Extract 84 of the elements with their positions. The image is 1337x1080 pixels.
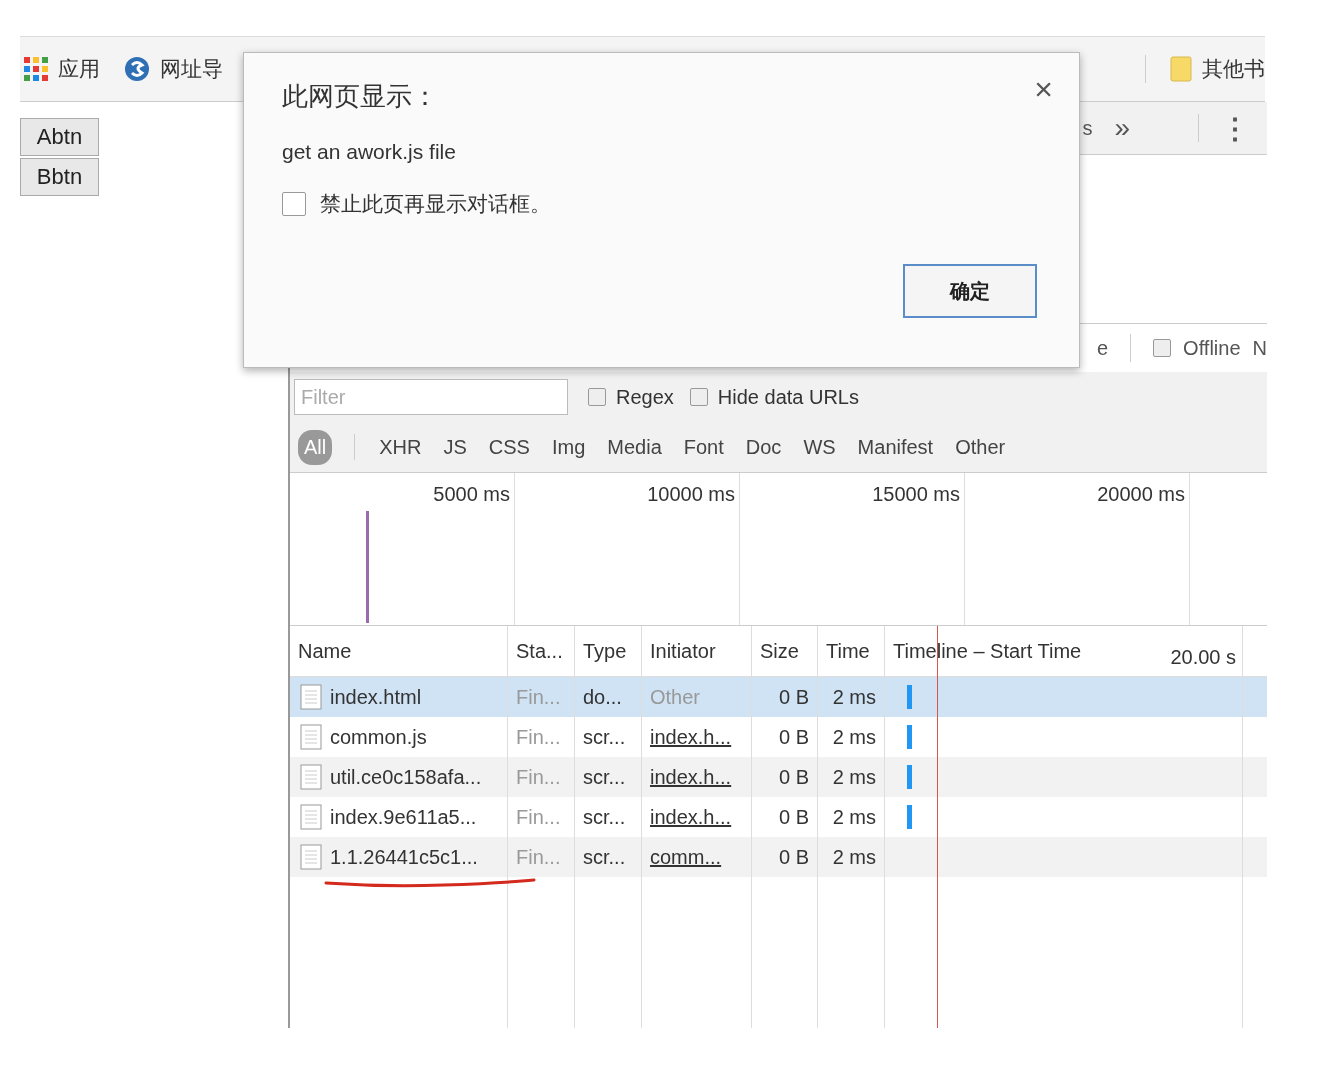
option-label: N xyxy=(1252,336,1267,360)
initiator-link[interactable]: index.h... xyxy=(650,725,732,749)
type-text: scr... xyxy=(583,845,626,869)
initiator-link[interactable]: index.h... xyxy=(650,765,732,789)
bookmark-link[interactable]: 网址导 xyxy=(160,55,223,83)
column-header[interactable]: Time xyxy=(826,639,870,663)
time-text: 2 ms xyxy=(832,845,876,869)
time-text: 2 ms xyxy=(832,805,876,829)
status-text: Fin... xyxy=(516,725,561,749)
timeline-end-label: 20.00 s xyxy=(1170,646,1236,669)
initiator-link[interactable]: comm... xyxy=(650,845,722,869)
request-name: index.html xyxy=(330,685,422,709)
time-text: 2 ms xyxy=(832,765,876,789)
size-text: 0 B xyxy=(778,765,809,789)
request-name: index.9e611a5... xyxy=(330,805,477,829)
type-filter-tab[interactable]: WS xyxy=(801,429,838,465)
file-icon xyxy=(300,684,322,710)
time-text: 2 ms xyxy=(832,725,876,749)
status-text: Fin... xyxy=(516,765,561,789)
request-row[interactable]: index.html Fin... do... Other 0 B 2 ms xyxy=(290,677,1267,717)
dialog-title: 此网页显示： xyxy=(282,80,438,113)
ok-button[interactable]: 确定 xyxy=(903,264,1037,318)
hide-data-urls-label: Hide data URLs xyxy=(717,385,859,409)
tick-label: 5000 ms xyxy=(433,483,510,505)
request-name: common.js xyxy=(330,725,427,749)
initiator-text: Other xyxy=(650,685,701,709)
type-text: scr... xyxy=(583,765,626,789)
suppress-label: 禁止此页再显示对话框。 xyxy=(320,191,551,217)
bookmark-link[interactable]: 应用 xyxy=(58,55,100,83)
page-button[interactable]: Bbtn xyxy=(20,158,99,196)
regex-label: Regex xyxy=(616,385,674,409)
column-header[interactable]: Initiator xyxy=(650,639,716,663)
filter-field[interactable]: Filter xyxy=(294,379,568,415)
column-header[interactable]: Name xyxy=(298,639,352,663)
type-text: do... xyxy=(583,685,622,709)
initiator-link[interactable]: index.h... xyxy=(650,805,732,829)
file-icon xyxy=(300,724,322,750)
file-icon xyxy=(300,844,322,870)
tick-label: 10000 ms xyxy=(647,483,735,505)
tab-label[interactable]: s xyxy=(1082,116,1093,140)
request-name: 1.1.26441c5c1... xyxy=(330,845,478,869)
page-button[interactable]: Abtn xyxy=(20,118,99,156)
status-text: Fin... xyxy=(516,845,561,869)
type-filter-tab[interactable]: CSS xyxy=(486,429,532,465)
file-icon xyxy=(300,804,322,830)
type-filter-tab[interactable]: Doc xyxy=(743,429,784,465)
column-header[interactable]: Size xyxy=(760,639,799,663)
tick-label: 15000 ms xyxy=(872,483,960,505)
swirl-icon xyxy=(124,56,150,82)
request-name: util.ce0c158afa... xyxy=(330,765,482,789)
regex-checkbox[interactable] xyxy=(588,388,606,406)
more-tabs-button[interactable]: » xyxy=(1114,112,1130,144)
hide-data-urls-checkbox[interactable] xyxy=(689,388,708,406)
type-filter-tab[interactable]: Media xyxy=(605,429,664,465)
dialog-message: get an awork.js file xyxy=(282,140,457,164)
menu-button[interactable]: ⋮ xyxy=(1221,111,1249,145)
type-filter-tab[interactable]: Font xyxy=(681,429,726,465)
close-button[interactable]: × xyxy=(1034,71,1053,108)
type-filter-tab[interactable]: XHR xyxy=(377,429,424,465)
status-text: Fin... xyxy=(516,805,561,829)
type-filter-tab[interactable]: Img xyxy=(549,429,588,465)
tick-label: 20000 ms xyxy=(1097,483,1185,505)
request-row[interactable]: util.ce0c158afa... Fin... scr... index.h... 0 B 2 ms xyxy=(290,757,1267,797)
column-header[interactable]: Type xyxy=(583,639,627,663)
size-text: 0 B xyxy=(778,845,809,869)
offline-checkbox[interactable] xyxy=(1153,339,1172,357)
size-text: 0 B xyxy=(778,685,809,709)
folder-icon xyxy=(1170,56,1192,82)
status-text: Fin... xyxy=(516,685,561,709)
type-filter-tab[interactable]: Manifest xyxy=(855,429,936,465)
type-filter-tab[interactable]: JS xyxy=(441,429,469,465)
type-text: scr... xyxy=(583,805,626,829)
apps-grid-icon xyxy=(24,57,48,81)
type-text: scr... xyxy=(583,725,626,749)
bookmark-link[interactable]: 其他书 xyxy=(1202,55,1265,83)
column-header[interactable]: Sta... xyxy=(516,639,563,663)
offline-label: Offline xyxy=(1183,336,1241,360)
suppress-checkbox[interactable] xyxy=(282,192,306,216)
time-text: 2 ms xyxy=(832,685,876,709)
file-icon xyxy=(300,764,322,790)
option-label: e xyxy=(1096,336,1109,360)
size-text: 0 B xyxy=(778,725,809,749)
size-text: 0 B xyxy=(778,805,809,829)
type-filter-tab[interactable]: Other xyxy=(953,429,1008,465)
